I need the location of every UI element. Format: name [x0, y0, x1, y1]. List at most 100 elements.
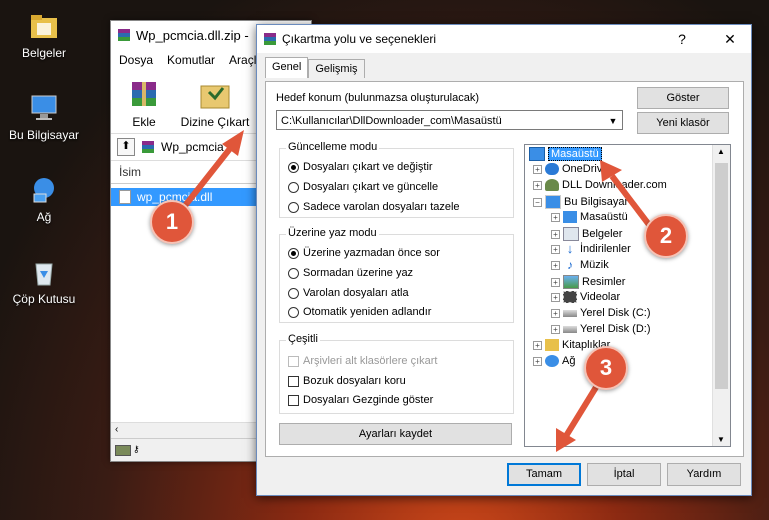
desktop-icon-recycle-bin[interactable]: Çöp Kutusu [4, 256, 84, 306]
update-mode-title: Güncelleme modu [286, 141, 380, 153]
update-option-freshen[interactable]: Sadece varolan dosyaları tazele [288, 201, 460, 213]
tree-item-label: Belgeler [582, 228, 623, 240]
radio-button[interactable] [288, 287, 299, 299]
radio-button[interactable] [288, 267, 299, 279]
option-label: Sadece varolan dosyaları tazele [303, 201, 460, 213]
destination-path-value: C:\Kullanıcılar\DllDownloader_com\Masaüs… [281, 115, 502, 127]
option-label: Otomatik yeniden adlandır [303, 306, 432, 318]
misc-group: Çeşitli Arşivleri alt klasörlere çıkart … [279, 333, 514, 414]
chevron-down-icon[interactable]: ▼ [606, 111, 620, 131]
scroll-left-icon[interactable]: ‹ [115, 424, 118, 435]
radio-button[interactable] [288, 161, 299, 173]
tree-vertical-scrollbar[interactable]: ▲ ▼ [712, 145, 730, 446]
tree-item-label: Yerel Disk (C:) [580, 307, 651, 319]
drive-icon [563, 325, 577, 333]
ok-button[interactable]: Tamam [507, 463, 581, 486]
dialog-titlebar[interactable]: Çıkartma yolu ve seçenekleri ? ✕ [257, 25, 751, 53]
update-option-replace[interactable]: Dosyaları çıkart ve değiştir [288, 161, 433, 173]
tab-general[interactable]: Genel [265, 57, 309, 78]
folder-tree[interactable]: Masaüstü + OneDrive + DLL Downloader.com −… [524, 144, 731, 447]
help-title-button[interactable]: ? [665, 25, 699, 53]
network-icon [28, 174, 60, 206]
desktop-icon-label: Ağ [36, 210, 52, 224]
tree-item-desktop[interactable]: + Masaüstü [551, 211, 628, 223]
tree-item-user[interactable]: + DLL Downloader.com [533, 179, 667, 191]
desktop-icon-this-pc[interactable]: Bu Bilgisayar [4, 92, 84, 142]
new-folder-button[interactable]: Yeni klasör [637, 112, 729, 134]
overwrite-option-ask[interactable]: Üzerine yazmadan önce sor [288, 247, 440, 259]
tree-item-label: Ağ [562, 355, 576, 367]
tree-item-root[interactable]: Masaüstü [529, 147, 602, 161]
scroll-up-icon[interactable]: ▲ [717, 147, 725, 156]
destination-path-combo[interactable]: C:\Kullanıcılar\DllDownloader_com\Masaüs… [276, 110, 623, 130]
misc-option-subfolders: Arşivleri alt klasörlere çıkart [288, 355, 437, 367]
help-button[interactable]: Yardım [667, 463, 741, 486]
menu-commands[interactable]: Komutlar [167, 53, 215, 67]
winrar-app-icon [117, 28, 131, 42]
expand-icon[interactable]: + [551, 324, 560, 334]
tree-item-label: Müzik [580, 259, 609, 271]
tree-item-downloads[interactable]: + ↓ İndirilenler [551, 242, 631, 255]
expand-icon[interactable]: + [533, 356, 542, 366]
tree-item-label: Masaüstü [548, 147, 602, 161]
option-label: Üzerine yazmadan önce sor [303, 247, 440, 259]
dialog-title: Çıkartma yolu ve seçenekleri [282, 32, 437, 46]
radio-button[interactable] [288, 247, 299, 259]
user-icon [545, 179, 559, 191]
tree-item-network[interactable]: + Ağ [533, 355, 575, 367]
expand-icon[interactable]: + [533, 180, 542, 190]
up-folder-icon[interactable]: ⬆ [117, 138, 135, 156]
tab-advanced[interactable]: Gelişmiş [308, 59, 365, 78]
expand-icon[interactable]: + [551, 229, 560, 239]
expand-icon[interactable]: + [551, 244, 560, 254]
expand-icon[interactable]: + [533, 164, 542, 174]
desktop-icon-documents[interactable]: Belgeler [4, 10, 84, 60]
tree-item-videos[interactable]: + Videolar [551, 291, 620, 303]
expand-icon[interactable]: + [551, 292, 560, 302]
tree-item-documents[interactable]: + Belgeler [551, 227, 622, 241]
update-option-update[interactable]: Dosyaları çıkart ve güncelle [288, 181, 438, 193]
tree-item-this-pc[interactable]: − Bu Bilgisayar [533, 195, 628, 209]
add-button[interactable]: Ekle [119, 75, 169, 129]
computer-icon [545, 195, 561, 209]
scrollbar-thumb[interactable] [715, 163, 728, 389]
checkbox[interactable] [288, 375, 299, 387]
save-settings-button[interactable]: Ayarları kaydet [279, 423, 512, 445]
desktop-folder-icon [529, 147, 545, 161]
radio-button[interactable] [288, 181, 299, 193]
tree-item-music[interactable]: + ♪ Müzik [551, 259, 609, 271]
desktop-icon-network[interactable]: Ağ [4, 174, 84, 224]
tree-item-disk-d[interactable]: + Yerel Disk (D:) [551, 323, 651, 335]
overwrite-option-rename[interactable]: Otomatik yeniden adlandır [288, 306, 431, 318]
expand-icon[interactable]: + [533, 340, 542, 350]
menu-file[interactable]: Dosya [119, 53, 153, 67]
scroll-down-icon[interactable]: ▼ [717, 435, 725, 444]
checkbox[interactable] [288, 394, 299, 406]
option-label: Arşivleri alt klasörlere çıkart [303, 355, 438, 367]
show-button[interactable]: Göster [637, 87, 729, 109]
cancel-button[interactable]: İptal [587, 463, 661, 486]
radio-button[interactable] [288, 201, 299, 213]
tree-item-onedrive[interactable]: + OneDrive [533, 163, 608, 175]
tree-item-disk-c[interactable]: + Yerel Disk (C:) [551, 307, 651, 319]
overwrite-option-without-prompt[interactable]: Sormadan üzerine yaz [288, 267, 413, 279]
collapse-icon[interactable]: − [533, 197, 542, 207]
tree-item-label: Bu Bilgisayar [564, 196, 629, 208]
tree-item-pictures[interactable]: + Resimler [551, 275, 625, 289]
drive-icon [115, 445, 131, 456]
expand-icon[interactable]: + [551, 212, 560, 222]
misc-option-show-explorer[interactable]: Dosyaları Gezginde göster [288, 394, 433, 406]
extract-to-button[interactable]: Dizine Çıkart [179, 75, 251, 129]
close-icon[interactable]: ✕ [713, 25, 747, 53]
expand-icon[interactable]: + [551, 260, 560, 270]
pictures-icon [563, 275, 579, 289]
radio-button[interactable] [288, 306, 299, 318]
overwrite-option-skip[interactable]: Varolan dosyaları atla [288, 287, 409, 299]
dest-label: Hedef konum (bulunmazsa oluşturulacak) [276, 92, 479, 104]
recycle-bin-icon [28, 256, 60, 288]
misc-option-keep-broken[interactable]: Bozuk dosyaları koru [288, 375, 406, 387]
callout-badge-1: 1 [150, 200, 194, 244]
add-archive-icon [124, 78, 164, 115]
expand-icon[interactable]: + [551, 277, 560, 287]
expand-icon[interactable]: + [551, 308, 560, 318]
